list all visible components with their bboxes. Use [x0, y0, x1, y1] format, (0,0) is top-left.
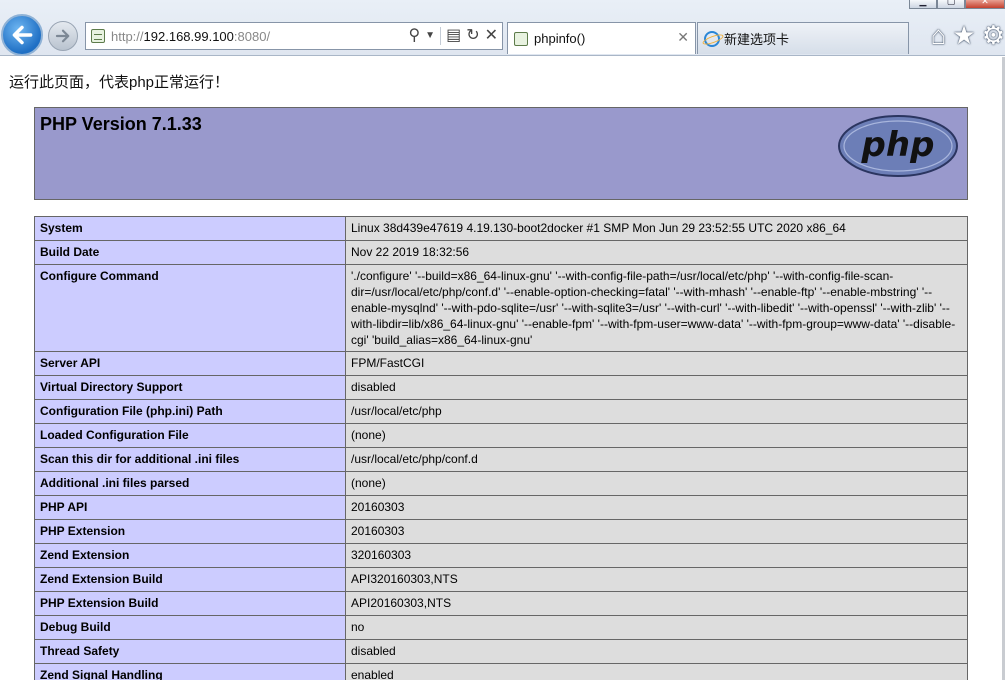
- page-title: PHP Version 7.1.33: [40, 114, 202, 134]
- row-value: 20160303: [345, 495, 968, 520]
- row-value: /usr/local/etc/php: [345, 399, 968, 424]
- row-key: PHP Extension: [34, 519, 346, 544]
- address-url[interactable]: http://192.168.99.100:8080/: [111, 29, 270, 44]
- url-host: 192.168.99.100: [143, 28, 234, 44]
- table-row: Debug Build no: [34, 615, 968, 640]
- row-key: Virtual Directory Support: [34, 375, 346, 400]
- minimize-button[interactable]: ▁: [909, 0, 937, 9]
- refresh-icon[interactable]: ↻: [466, 26, 479, 46]
- row-value: FPM/FastCGI: [345, 351, 968, 376]
- ie-icon: [704, 30, 720, 47]
- php-logo[interactable]: php: [837, 114, 959, 178]
- row-value: Linux 38d439e47619 4.19.130-boot2docker …: [345, 216, 968, 241]
- tab-close-icon[interactable]: ✕: [677, 29, 689, 46]
- row-key: Thread Safety: [34, 639, 346, 664]
- page-content: 运行此页面，代表php正常运行！ PHP Version 7.1.33 php …: [0, 57, 1005, 680]
- table-row: Loaded Configuration File (none): [34, 423, 968, 448]
- row-value: 20160303: [345, 519, 968, 544]
- address-separator: [440, 27, 442, 45]
- maximize-button[interactable]: ▢: [937, 0, 965, 9]
- table-row: Configuration File (php.ini) Path/usr/lo…: [34, 399, 968, 424]
- row-value: API20160303,NTS: [345, 591, 968, 616]
- table-row: PHP Extension 20160303: [34, 519, 968, 544]
- php-logo-text: php: [861, 125, 935, 165]
- table-row: System Linux 38d439e47619 4.19.130-boot2d…: [34, 216, 968, 241]
- table-row: PHP API 20160303: [34, 495, 968, 520]
- row-key: PHP API: [34, 495, 346, 520]
- tab-title: 新建选项卡: [724, 32, 790, 47]
- row-key: Build Date: [34, 240, 346, 265]
- row-value: no: [345, 615, 968, 640]
- row-key: Debug Build: [34, 615, 346, 640]
- compatibility-icon[interactable]: ▤: [446, 26, 461, 46]
- page-icon: [91, 29, 105, 43]
- url-scheme: http://: [111, 28, 144, 44]
- phpinfo-header: PHP Version 7.1.33 php: [34, 107, 968, 200]
- row-key: PHP Extension Build: [34, 591, 346, 616]
- intro-text: 运行此页面，代表php正常运行！: [9, 74, 230, 91]
- back-arrow-icon: [12, 25, 33, 45]
- address-tools: ⚲ ▼ ▤ ↻ ✕: [408, 26, 498, 46]
- row-value: disabled: [345, 375, 968, 400]
- page-icon: [514, 31, 528, 46]
- row-key: Scan this dir for additional .ini files: [34, 447, 346, 472]
- row-value: (none): [345, 423, 968, 448]
- table-row: Virtual Directory Support disabled: [34, 375, 968, 400]
- row-value: API320160303,NTS: [345, 567, 968, 592]
- gear-icon[interactable]: ⚙: [982, 20, 1005, 50]
- table-row: PHP Extension Build API20160303,NTS: [34, 591, 968, 616]
- forward-button[interactable]: [48, 21, 78, 51]
- url-port: :8080/: [233, 28, 271, 44]
- search-icon[interactable]: ⚲: [408, 26, 420, 46]
- row-value: 320160303: [345, 543, 968, 568]
- address-bar[interactable]: http://192.168.99.100:8080/ ⚲ ▼ ▤ ↻ ✕: [85, 22, 503, 50]
- table-row: Server API FPM/FastCGI: [34, 351, 968, 376]
- row-key: Zend Extension: [34, 543, 346, 568]
- row-value: disabled: [345, 639, 968, 664]
- info-table: System Linux 38d439e47619 4.19.130-boot2d…: [34, 216, 968, 680]
- table-row: Build Date Nov 22 2019 18:32:56: [34, 240, 968, 265]
- row-key: Configuration File (php.ini) Path: [34, 399, 346, 424]
- row-value: enabled: [345, 663, 968, 680]
- back-button[interactable]: [1, 14, 43, 56]
- row-key: Additional .ini files parsed: [34, 471, 346, 496]
- window-close-button[interactable]: ✕: [965, 0, 1005, 9]
- row-value: (none): [345, 471, 968, 496]
- favorites-star-icon[interactable]: ★: [952, 20, 975, 50]
- table-row: Configure Command './configure' '--build=…: [34, 264, 968, 352]
- forward-arrow-icon: [55, 29, 70, 43]
- row-key: Loaded Configuration File: [34, 423, 346, 448]
- row-value: Nov 22 2019 18:32:56: [345, 240, 968, 265]
- home-icon[interactable]: ⌂: [931, 20, 947, 50]
- table-row: Zend Extension Build API320160303,NTS: [34, 567, 968, 592]
- stop-icon[interactable]: ✕: [485, 26, 498, 46]
- row-key: Configure Command: [34, 264, 346, 352]
- table-row: Zend Signal Handling enabled: [34, 663, 968, 680]
- tab-title: phpinfo(): [534, 31, 586, 46]
- row-key: Zend Signal Handling: [34, 663, 346, 680]
- browser-tools: ⌂ ★ ⚙: [931, 20, 1005, 50]
- row-key: Server API: [34, 351, 346, 376]
- info-table-body: System Linux 38d439e47619 4.19.130-boot2d…: [34, 216, 968, 680]
- browser-chrome: ▁ ▢ ✕ http://192.168.99.100:8080/ ⚲ ▼ ▤ …: [0, 0, 1005, 56]
- row-value: './configure' '--build=x86_64-linux-gnu'…: [345, 264, 968, 352]
- row-key: Zend Extension Build: [34, 567, 346, 592]
- row-value: /usr/local/etc/php/conf.d: [345, 447, 968, 472]
- table-row: Additional .ini files parsed (none): [34, 471, 968, 496]
- table-row: Zend Extension 320160303: [34, 543, 968, 568]
- row-key: System: [34, 216, 346, 241]
- dropdown-icon[interactable]: ▼: [425, 26, 435, 46]
- table-row: Thread Safety disabled: [34, 639, 968, 664]
- tab-new[interactable]: 新建选项卡: [697, 22, 909, 54]
- tab-phpinfo[interactable]: phpinfo() ✕: [507, 22, 696, 54]
- window-controls: ▁ ▢ ✕: [909, 0, 1005, 9]
- table-row: Scan this dir for additional .ini files /…: [34, 447, 968, 472]
